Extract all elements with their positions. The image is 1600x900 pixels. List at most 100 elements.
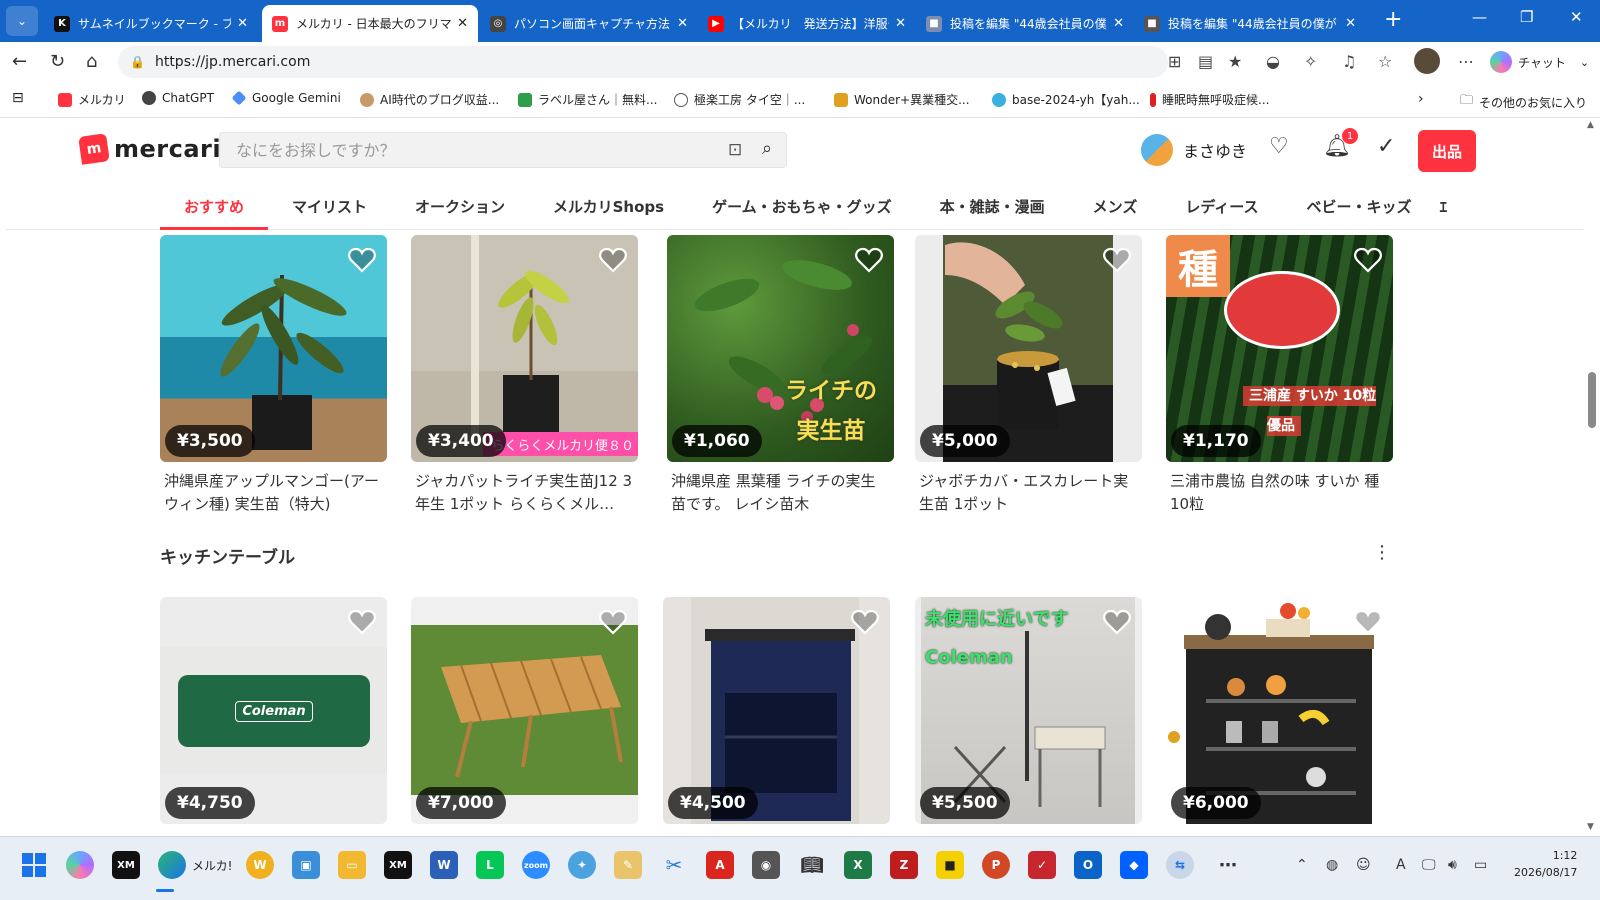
system-clock[interactable]: 1:12 2026/08/17 [1514, 847, 1577, 881]
other-favorites-folder[interactable]: 🗀 その他のお気に入り [1460, 91, 1587, 113]
taskbar-app-label[interactable]: メルカ! [192, 857, 232, 874]
like-heart-icon[interactable] [598, 607, 628, 637]
tab-ladies[interactable]: レディース [1161, 192, 1282, 230]
item-card[interactable]: ¥3,500 沖縄県産アップルマンゴー(アーウィン種) 実生苗（特大) [160, 235, 387, 516]
ime-icon[interactable]: A [1396, 857, 1406, 873]
photos-icon[interactable]: ▣ [292, 851, 320, 879]
item-card[interactable]: らくらくメルカリ便８０ ¥3,400 ジャカパットライチ実生苗J12 3年生 1… [411, 235, 638, 516]
new-tab-button[interactable]: + [1384, 8, 1402, 32]
line-icon[interactable]: L [476, 851, 504, 879]
image-search-icon[interactable]: ⊡ [728, 140, 742, 160]
like-heart-icon[interactable] [1102, 607, 1132, 637]
bookmark-item[interactable]: 極楽工房 タイ空｜... [674, 91, 805, 108]
app-available-icon[interactable]: ⊞ [1168, 52, 1181, 71]
search-input[interactable] [220, 133, 710, 167]
wordpress-icon[interactable]: W [246, 851, 274, 879]
sell-button[interactable]: 出品 [1418, 130, 1476, 172]
more-menu-icon[interactable]: ⋯ [1458, 52, 1474, 71]
sticky-notes-icon[interactable]: ■ [936, 851, 964, 879]
tab-baby-kids[interactable]: ベビー・キッズ [1283, 192, 1436, 230]
close-icon[interactable]: ✕ [457, 16, 468, 31]
close-icon[interactable]: ✕ [1113, 16, 1124, 31]
user-menu[interactable]: まさゆき [1141, 134, 1247, 166]
copilot-icon[interactable] [66, 851, 94, 879]
scroll-down-arrow-icon[interactable]: ▼ [1587, 822, 1594, 832]
like-heart-icon[interactable] [347, 245, 377, 275]
favorites-icon[interactable]: ☆ [1378, 52, 1392, 71]
item-card[interactable]: Coleman ¥4,750 [160, 597, 387, 824]
powerpoint-icon[interactable]: P [982, 851, 1010, 879]
page-scrollbar[interactable]: ▲ ▼ [1583, 118, 1600, 836]
outlook-icon[interactable]: O [1074, 851, 1102, 879]
scroll-up-arrow-icon[interactable]: ▲ [1587, 120, 1594, 130]
chevron-right-icon[interactable]: › [1418, 91, 1424, 107]
copilot-chat-button[interactable]: チャット ⌄ [1490, 48, 1589, 76]
excel-icon[interactable]: X [844, 851, 872, 879]
reading-app-icon[interactable]: 📖︎ [798, 851, 826, 879]
snipping-tool-icon[interactable]: ✂ [660, 851, 688, 879]
restore-window-icon[interactable]: ❐ [1520, 8, 1533, 26]
edge-browser-icon[interactable] [158, 851, 186, 879]
item-card[interactable]: ¥6,000 [1166, 597, 1393, 824]
tab-auction[interactable]: オークション [391, 192, 529, 230]
browser-tab-active[interactable]: m メルカリ - 日本最大のフリマサービス ✕ [262, 5, 478, 42]
close-window-icon[interactable]: ✕ [1570, 8, 1583, 26]
red-app-icon[interactable]: ✓ [1028, 851, 1056, 879]
like-heart-icon[interactable] [347, 607, 377, 637]
like-heart-icon[interactable] [1102, 245, 1132, 275]
tab-mercari-shops[interactable]: メルカリShops [529, 192, 688, 230]
file-explorer-icon[interactable]: ▭ [338, 851, 366, 879]
home-icon[interactable]: ⌂ [86, 51, 97, 72]
bookmark-item[interactable]: Wonder+異業種交... [834, 91, 970, 108]
chevron-up-icon[interactable]: ⌃ [1296, 857, 1308, 873]
bookmark-item[interactable]: メルカリ [58, 91, 126, 108]
search-icon[interactable]: ⌕ [762, 138, 772, 159]
item-card[interactable]: 種 三浦産 すいか 10粒 優品 ¥1,170 三浦市農協 自然の味 すいか 種… [1166, 235, 1393, 516]
word-icon[interactable]: W [430, 851, 458, 879]
scrollbar-thumb[interactable] [1588, 372, 1596, 428]
item-card[interactable]: ¥4,500 [663, 597, 890, 824]
reader-mode-icon[interactable]: ▤ [1198, 52, 1213, 71]
bookmark-item[interactable]: base-2024-yh【yah... [992, 91, 1140, 108]
url-field[interactable]: 🔒 https://jp.mercari.com [118, 46, 1168, 78]
tab-overflow[interactable]: ｴ [1436, 192, 1456, 230]
close-icon[interactable]: ✕ [1345, 16, 1356, 31]
edge-tray-icon[interactable]: ◍ [1326, 857, 1338, 873]
close-icon[interactable]: ✕ [677, 16, 688, 31]
windows-start-icon[interactable] [20, 851, 48, 879]
bookmark-item[interactable]: ラベル屋さん｜無料... [518, 91, 657, 108]
profile-avatar[interactable] [1414, 48, 1440, 74]
xm-trading-icon[interactable]: XM [384, 851, 412, 879]
bookmark-item[interactable]: ChatGPT [142, 91, 214, 105]
item-card[interactable]: ライチの 実生苗 ¥1,060 沖縄県産 黒葉種 ライチの実生苗です。 レイシ苗… [667, 235, 894, 516]
tab-recommended[interactable]: おすすめ [160, 192, 269, 230]
volume-icon[interactable]: 🔊︎ [1448, 857, 1457, 873]
checkmark-icon[interactable]: ✓ [1377, 134, 1395, 159]
tab-mylist[interactable]: マイリスト [268, 192, 391, 230]
network-app-icon[interactable]: ✦ [568, 851, 596, 879]
browser-tab[interactable]: ■ 投稿を編集 "44歳会社員の僕が ✕ [1134, 5, 1366, 42]
like-heart-icon[interactable] [598, 245, 628, 275]
filezilla-icon[interactable]: Z [890, 851, 918, 879]
zoom-icon[interactable]: zoom [522, 851, 550, 879]
bookmark-item[interactable]: Google Gemini [231, 90, 341, 106]
like-heart-icon[interactable] [1353, 607, 1383, 637]
dropbox-icon[interactable]: ◆ [1120, 851, 1148, 879]
browser-tab[interactable]: K サムネイルブックマーク - ブックマーク ✕ [44, 5, 258, 42]
back-icon[interactable]: ← [12, 51, 27, 72]
close-icon[interactable]: ✕ [237, 16, 248, 31]
display-icon[interactable]: 🖵︎ [1422, 857, 1436, 873]
more-options-icon[interactable]: ⋮ [1373, 542, 1391, 563]
tab-mens[interactable]: メンズ [1069, 192, 1162, 230]
extensions-icon[interactable]: ✧ [1304, 52, 1317, 71]
tab-games-toys[interactable]: ゲーム・おもちゃ・グッズ [688, 192, 916, 230]
collections-icon[interactable]: ⊟ [12, 90, 24, 106]
tab-actions-menu-button[interactable]: ⌄ [6, 6, 38, 36]
notebook-icon[interactable]: ✎ [614, 851, 642, 879]
acrobat-icon[interactable]: A [706, 851, 734, 879]
browser-tab[interactable]: ◎ パソコン画面キャプチャ方法 ✕ [480, 5, 698, 42]
heart-icon[interactable]: ♡ [1269, 134, 1289, 159]
bookmark-item[interactable]: AI時代のブログ収益... [360, 91, 499, 108]
battery-icon[interactable]: ▭ [1474, 857, 1487, 873]
media-icon[interactable]: ♫ [1342, 52, 1356, 71]
